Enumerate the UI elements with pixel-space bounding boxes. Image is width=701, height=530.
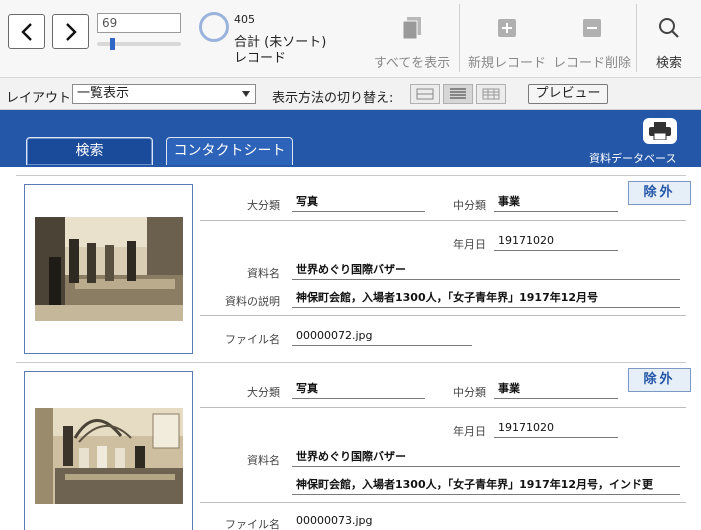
show-all-button[interactable]: すべてを表示	[370, 0, 454, 78]
record-photo-frame	[24, 371, 193, 530]
field-divider	[200, 315, 686, 316]
category-minor-field[interactable]: 事業	[494, 381, 618, 399]
status-toolbar: 69 405 合計 (未ソート) レコード すべてを表示 新規レコード レコード…	[0, 0, 701, 78]
form-view-button[interactable]	[410, 84, 440, 104]
record-photo-frame	[24, 184, 193, 354]
printer-icon	[649, 122, 671, 140]
category-major-label: 大分類	[247, 199, 280, 212]
category-minor-field[interactable]: 事業	[494, 194, 618, 212]
layout-select[interactable]: 一覧表示	[72, 84, 256, 104]
field-divider	[200, 502, 686, 503]
delete-record-button[interactable]: レコード削除	[552, 0, 632, 78]
slider-thumb[interactable]	[110, 38, 115, 50]
show-all-label: すべてを表示	[373, 56, 451, 71]
category-major-field[interactable]: 写真	[292, 381, 425, 399]
database-title: 資料データベース	[589, 152, 677, 165]
record-unit-label: レコード	[234, 51, 287, 66]
filename-field[interactable]: 00000073.jpg	[292, 513, 472, 530]
current-record-input[interactable]: 69	[97, 13, 181, 33]
bazaar-photo	[35, 217, 183, 321]
toolbar-divider	[636, 4, 637, 72]
date-field[interactable]: 19171020	[494, 233, 618, 251]
category-major-label: 大分類	[247, 386, 280, 399]
new-record-button[interactable]: 新規レコード	[466, 0, 548, 78]
record-pie-icon	[199, 12, 229, 42]
name-field[interactable]: 世界めぐり国際バザー	[292, 262, 680, 280]
layout-select-value: 一覧表示	[77, 86, 130, 101]
tab-contact-sheet[interactable]: コンタクトシート	[166, 137, 293, 165]
preview-button[interactable]: プレビュー	[528, 84, 608, 104]
date-label: 年月日	[453, 425, 486, 438]
search-label: 検索	[655, 56, 682, 71]
list-item[interactable]: 除外 大分類 写真 中分類 事業 年月日 19171020 資料名 世界めぐり国…	[0, 167, 701, 362]
previous-record-button[interactable]	[8, 14, 45, 49]
description-label: 資料の説明	[225, 295, 280, 308]
new-record-label: 新規レコード	[467, 56, 546, 71]
table-view-button[interactable]	[476, 84, 506, 104]
chevron-right-icon	[65, 22, 77, 41]
field-divider	[200, 407, 686, 408]
chevron-left-icon	[20, 22, 32, 41]
minus-icon	[583, 19, 601, 37]
search-icon	[659, 18, 679, 38]
record-slider[interactable]	[97, 38, 181, 50]
filename-field[interactable]: 00000072.jpg	[292, 328, 472, 346]
layout-bar: レイアウト: 一覧表示 表示方法の切り替え: プレビュー	[0, 78, 701, 110]
exclude-button[interactable]: 除外	[628, 368, 691, 392]
bazaar-photo	[35, 408, 183, 504]
list-item[interactable]: 除外 大分類 写真 中分類 事業 年月日 19171020 資料名 世界めぐり国…	[0, 354, 701, 530]
description-field[interactable]: 神保町会館，入場者1300人，「女子青年界」1917年12月号	[292, 290, 680, 308]
list-view-button[interactable]	[443, 84, 473, 104]
filename-label: ファイル名	[225, 518, 280, 530]
name-label: 資料名	[247, 454, 280, 467]
record-count: 405	[234, 13, 255, 26]
layout-header: 検索 コンタクトシート 資料データベース	[0, 110, 701, 167]
toolbar-divider	[459, 4, 460, 72]
plus-icon	[498, 19, 516, 37]
next-record-button[interactable]	[52, 14, 89, 49]
name-label: 資料名	[247, 267, 280, 280]
field-divider	[200, 220, 686, 221]
exclude-button[interactable]: 除外	[628, 181, 691, 205]
record-divider	[16, 362, 686, 363]
delete-record-label: レコード削除	[552, 56, 631, 71]
date-field[interactable]: 19171020	[494, 420, 618, 438]
view-switch-label: 表示方法の切り替え:	[272, 91, 394, 106]
show-all-icon	[402, 17, 421, 40]
description-field[interactable]: 神保町会館，入場者1300人，「女子青年界」1917年12月号，インド更	[292, 477, 680, 495]
category-major-field[interactable]: 写真	[292, 194, 425, 212]
dropdown-arrow-icon	[242, 91, 250, 97]
category-minor-label: 中分類	[453, 386, 486, 399]
print-button[interactable]	[643, 118, 677, 144]
record-divider	[16, 175, 686, 176]
list-view-icon	[450, 88, 466, 99]
tab-search[interactable]: 検索	[26, 137, 153, 165]
filename-label: ファイル名	[225, 333, 280, 346]
layout-label: レイアウト:	[6, 91, 76, 106]
date-label: 年月日	[453, 238, 486, 251]
search-button[interactable]: 検索	[644, 0, 694, 78]
form-view-icon	[416, 88, 434, 100]
category-minor-label: 中分類	[453, 199, 486, 212]
table-view-icon	[482, 88, 500, 100]
name-field[interactable]: 世界めぐり国際バザー	[292, 449, 680, 467]
